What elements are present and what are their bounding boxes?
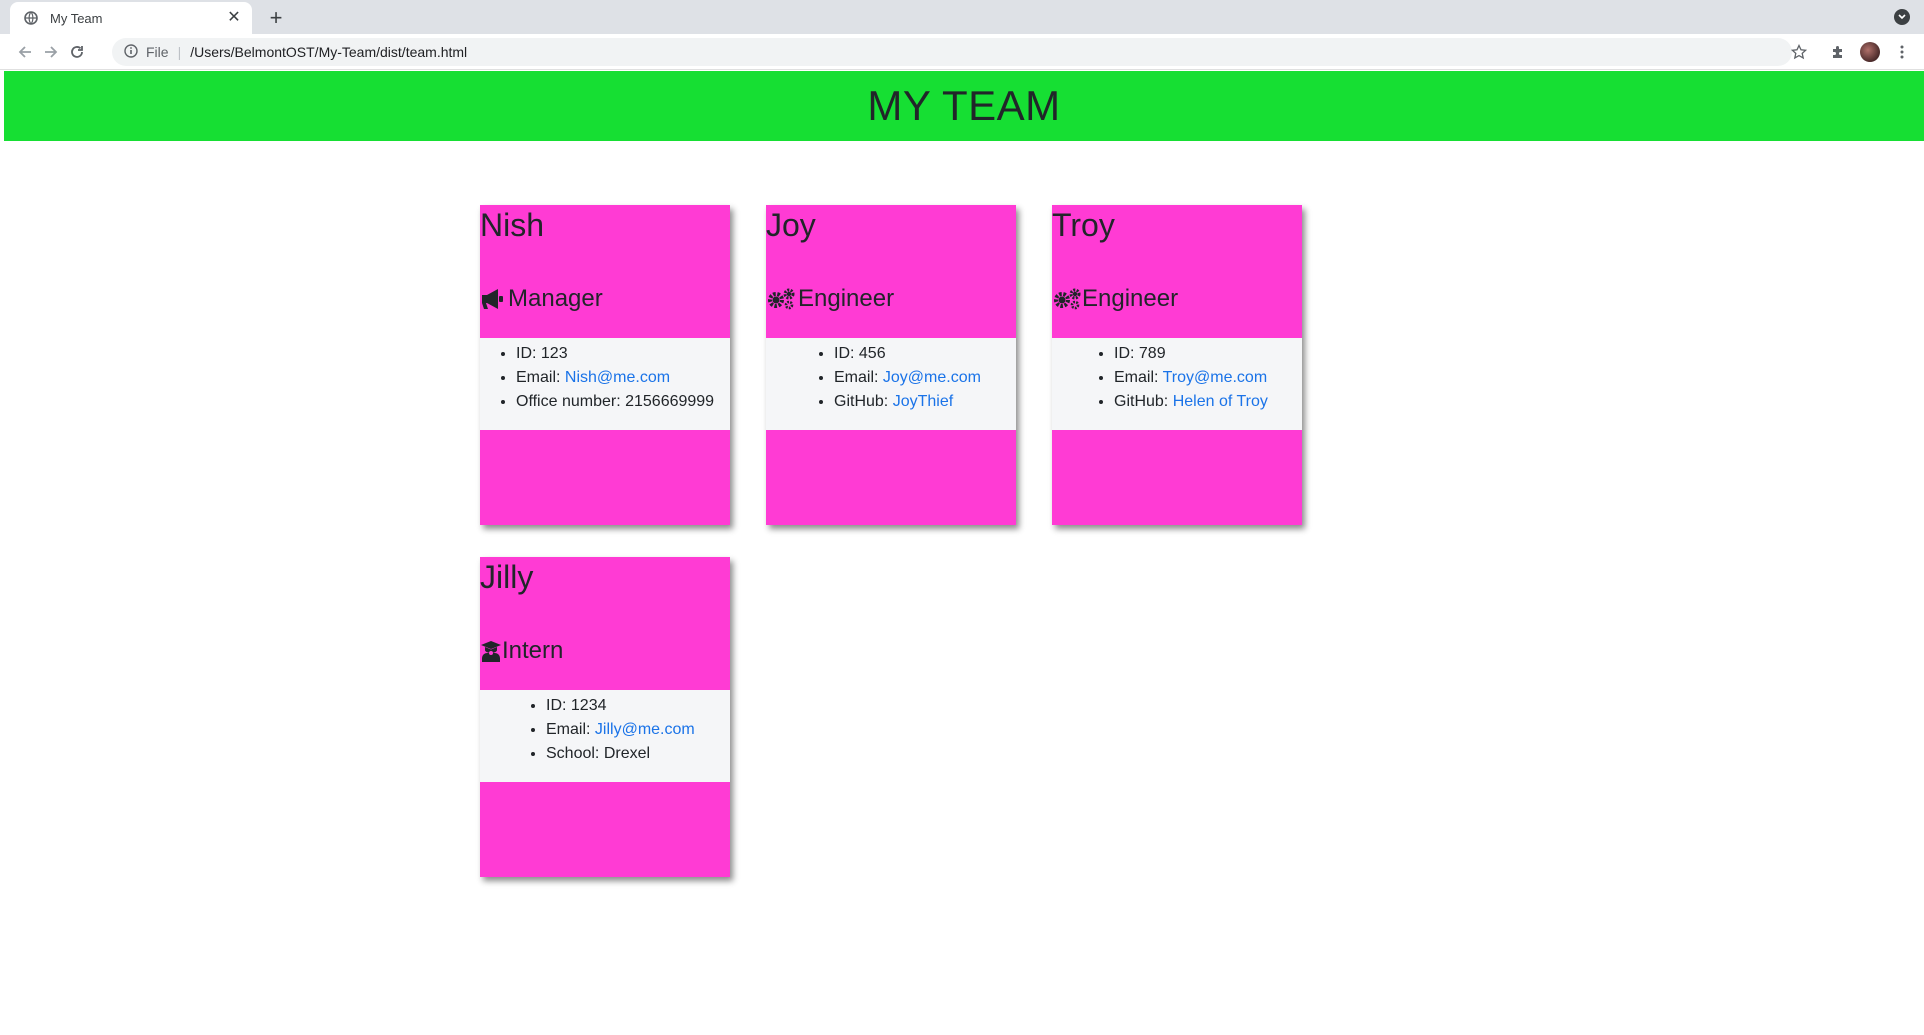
github-label: GitHub: (1114, 393, 1173, 410)
id-value: 789 (1138, 345, 1166, 362)
email-label: Email: (834, 369, 883, 386)
browser-tab[interactable]: My Team ✕ (10, 2, 252, 34)
email-link[interactable]: Nish@me.com (565, 369, 670, 386)
employee-card-joy: Joy Engineer ID: 456 Email: Joy@me.com G… (766, 205, 1016, 525)
list-item-id: ID: 789 (1114, 342, 1302, 366)
id-label: ID: (546, 697, 571, 714)
page-viewport: MY TEAM Nish Manager ID: 123 Email: Nish… (4, 71, 1924, 1035)
list-item-email: Email: Jilly@me.com (546, 718, 730, 742)
list-item-email: Email: Joy@me.com (834, 366, 1016, 390)
address-url: /Users/BelmontOST/My-Team/dist/team.html (190, 44, 468, 60)
school-label: School: (546, 745, 604, 762)
employee-card-jilly: Jilly Intern ID: 1234 Email: Jilly@me.co… (480, 557, 730, 877)
employee-info: ID: 1234 Email: Jilly@me.com School: Dre… (480, 690, 730, 782)
employee-name: Jilly (480, 559, 534, 595)
profile-avatar[interactable] (1859, 41, 1881, 63)
email-label: Email: (546, 721, 595, 738)
close-tab-icon[interactable]: ✕ (226, 10, 242, 26)
page-header: MY TEAM (4, 71, 1924, 141)
employee-role: Manager (480, 285, 603, 313)
role-label: Engineer (1082, 285, 1179, 312)
address-separator: | (177, 44, 182, 60)
browser-toolbar: File | /Users/BelmontOST/My-Team/dist/te… (0, 34, 1924, 70)
new-tab-button[interactable]: + (264, 6, 288, 30)
employee-name: Troy (1052, 207, 1115, 243)
github-link[interactable]: JoyThief (893, 393, 953, 410)
employee-role: Engineer (766, 285, 894, 313)
list-item-office: Office number: 2156669999 (516, 390, 730, 414)
employee-role: Intern (480, 637, 563, 665)
tab-search-icon[interactable] (1894, 9, 1910, 25)
globe-icon (24, 10, 40, 26)
forward-arrow-icon[interactable] (40, 41, 62, 63)
email-label: Email: (1114, 369, 1163, 386)
employee-card-troy: Troy Engineer ID: 789 Email: Troy@me.com… (1052, 205, 1302, 525)
employee-name: Nish (480, 207, 545, 243)
extensions-puzzle-icon[interactable] (1827, 41, 1849, 63)
employee-name: Joy (766, 207, 816, 243)
graduate-icon (480, 639, 502, 663)
reload-icon[interactable] (66, 41, 88, 63)
office-value: 2156669999 (625, 393, 715, 410)
github-link[interactable]: Helen of Troy (1173, 393, 1268, 410)
email-link[interactable]: Joy@me.com (883, 369, 981, 386)
id-label: ID: (834, 345, 859, 362)
list-item-id: ID: 123 (516, 342, 730, 366)
employee-role: Engineer (1052, 285, 1178, 313)
id-value: 123 (540, 345, 568, 362)
tab-title: My Team (50, 10, 103, 26)
list-item-email: Email: Nish@me.com (516, 366, 730, 390)
id-value: 1234 (570, 697, 607, 714)
employee-info: ID: 456 Email: Joy@me.com GitHub: JoyThi… (766, 338, 1016, 430)
list-item-school: School: Drexel (546, 742, 730, 766)
id-value: 456 (858, 345, 886, 362)
school-value: Drexel (603, 745, 651, 762)
role-label: Manager (508, 285, 603, 312)
gears-icon (766, 287, 798, 311)
role-label: Intern (502, 637, 564, 664)
employee-info: ID: 789 Email: Troy@me.com GitHub: Helen… (1052, 338, 1302, 430)
id-label: ID: (516, 345, 541, 362)
list-item-email: Email: Troy@me.com (1114, 366, 1302, 390)
address-bar[interactable]: File | /Users/BelmontOST/My-Team/dist/te… (112, 38, 1792, 66)
megaphone-icon (480, 287, 508, 311)
back-arrow-icon[interactable] (14, 41, 36, 63)
email-label: Email: (516, 369, 565, 386)
more-menu-icon[interactable] (1891, 41, 1913, 63)
list-item-github: GitHub: JoyThief (834, 390, 1016, 414)
email-link[interactable]: Jilly@me.com (595, 721, 695, 738)
avatar (1860, 42, 1880, 62)
id-label: ID: (1114, 345, 1139, 362)
employee-info: ID: 123 Email: Nish@me.com Office number… (480, 338, 730, 430)
employee-card-nish: Nish Manager ID: 123 Email: Nish@me.com … (480, 205, 730, 525)
list-item-id: ID: 456 (834, 342, 1016, 366)
gears-icon (1052, 287, 1082, 311)
info-icon[interactable] (124, 43, 138, 61)
office-label: Office number: (516, 393, 626, 410)
bookmark-star-icon[interactable] (1788, 41, 1810, 63)
list-item-id: ID: 1234 (546, 694, 730, 718)
list-item-github: GitHub: Helen of Troy (1114, 390, 1302, 414)
email-link[interactable]: Troy@me.com (1163, 369, 1268, 386)
page-title: MY TEAM (867, 82, 1061, 129)
browser-tab-strip: My Team ✕ + (0, 0, 1924, 34)
address-scheme-label: File (146, 44, 169, 60)
role-label: Engineer (798, 285, 895, 312)
github-label: GitHub: (834, 393, 893, 410)
